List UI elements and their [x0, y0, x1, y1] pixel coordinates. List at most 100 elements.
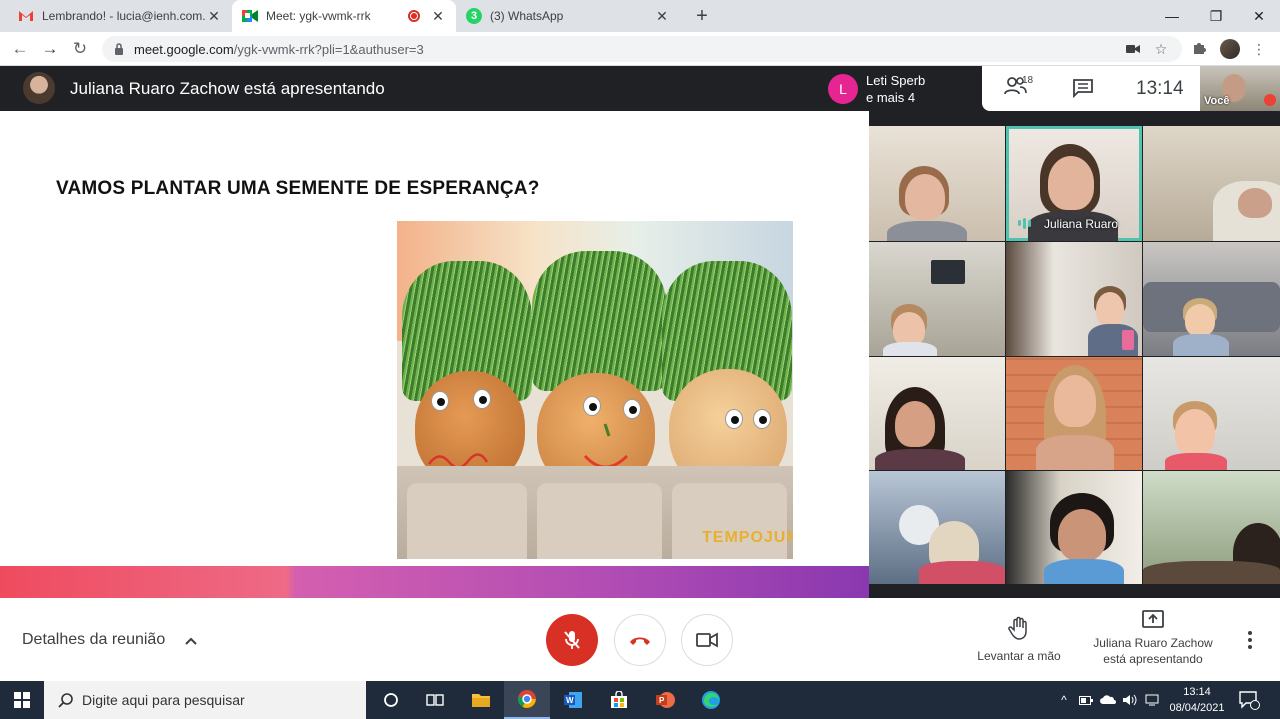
- forward-icon[interactable]: →: [38, 37, 62, 61]
- tab-gmail[interactable]: Lembrando! - lucia@ienh.com.br ✕: [8, 0, 232, 32]
- participant-tile[interactable]: [1143, 126, 1280, 241]
- chat-icon[interactable]: [1072, 78, 1094, 99]
- whatsapp-icon: 3: [466, 8, 482, 24]
- volume-icon[interactable]: [1120, 681, 1140, 719]
- browser-toolbar: ← → ↻ meet.google.com/ygk-vwmk-rrk?pli=1…: [0, 32, 1280, 66]
- word-icon[interactable]: W: [550, 681, 596, 719]
- windows-taskbar: Digite aqui para pesquisar W P ^ 13:14 0…: [0, 681, 1280, 719]
- taskbar-time: 13:14: [1183, 686, 1211, 698]
- leave-call-button[interactable]: [614, 614, 666, 666]
- close-tab-icon[interactable]: ✕: [654, 8, 670, 25]
- present-screen-icon: [1142, 610, 1164, 628]
- hang-up-icon: [630, 637, 650, 645]
- active-speakers-chip[interactable]: L Leti Sperb e mais 4: [820, 66, 980, 111]
- windows-start-icon[interactable]: [0, 681, 44, 719]
- camera-in-use-icon[interactable]: [1124, 40, 1142, 58]
- participant-tile[interactable]: [869, 357, 1005, 470]
- muted-mic-icon: [1264, 94, 1276, 106]
- participant-tile[interactable]: [1006, 471, 1142, 584]
- store-icon[interactable]: [596, 681, 642, 719]
- participant-tile[interactable]: [1006, 357, 1142, 470]
- participant-tile[interactable]: [869, 471, 1005, 584]
- notification-center-icon[interactable]: [1238, 689, 1260, 711]
- tab-title: (3) WhatsApp: [490, 9, 564, 23]
- speaker-more: e mais 4: [866, 90, 916, 105]
- taskbar-clock[interactable]: 13:14 08/04/2021: [1166, 684, 1228, 716]
- participant-tile[interactable]: [1143, 242, 1280, 356]
- close-tab-icon[interactable]: ✕: [206, 8, 222, 25]
- participant-tile[interactable]: [1006, 242, 1142, 356]
- recording-icon: [408, 10, 420, 22]
- tab-title: Lembrando! - lucia@ienh.com.br: [42, 9, 206, 23]
- mic-off-icon: [564, 631, 580, 649]
- participant-tile-speaking[interactable]: Juliana Ruaro: [1006, 126, 1142, 241]
- cortana-icon[interactable]: [368, 681, 414, 719]
- participant-tile[interactable]: [869, 242, 1005, 356]
- presenting-status-button[interactable]: Juliana Ruaro Zachow está apresentando: [1088, 610, 1218, 667]
- file-explorer-icon[interactable]: [458, 681, 504, 719]
- hand-icon: [1008, 616, 1027, 640]
- url-path: /ygk-vwmk-rrk?pli=1&authuser=3: [233, 41, 424, 57]
- self-view-tile[interactable]: Você: [1200, 66, 1280, 111]
- tab-title: Meet: ygk-vwmk-rrk: [266, 9, 371, 23]
- onedrive-icon[interactable]: [1098, 681, 1118, 719]
- minimize-icon[interactable]: —: [1150, 0, 1194, 32]
- slide-heading: VAMOS PLANTAR UMA SEMENTE DE ESPERANÇA?: [56, 178, 540, 199]
- voice-activity-icon: [1018, 217, 1034, 229]
- search-icon: [58, 693, 73, 708]
- extensions-icon[interactable]: [1190, 40, 1208, 58]
- profile-avatar[interactable]: [1220, 39, 1240, 59]
- network-icon[interactable]: [1142, 681, 1162, 719]
- raise-hand-label: Levantar a mão: [977, 649, 1061, 663]
- chrome-taskbar-icon[interactable]: [504, 681, 550, 719]
- close-window-icon[interactable]: ✕: [1237, 0, 1280, 32]
- camera-button[interactable]: [681, 614, 733, 666]
- self-label: Você: [1204, 95, 1230, 107]
- participant-tile[interactable]: [1143, 471, 1280, 584]
- tab-whatsapp[interactable]: 3 (3) WhatsApp ✕: [456, 0, 680, 32]
- browser-tab-strip: Lembrando! - lucia@ienh.com.br ✕ Meet: y…: [0, 0, 1280, 32]
- participant-count: 18: [1022, 75, 1034, 86]
- taskbar-date: 08/04/2021: [1169, 702, 1225, 714]
- presenting-title: Juliana Ruaro Zachow está apresentando: [70, 79, 385, 98]
- taskbar-search-placeholder: Digite aqui para pesquisar: [82, 692, 245, 708]
- speaker-name: Leti Sperb: [866, 73, 926, 88]
- presentation-slide: VAMOS PLANTAR UMA SEMENTE DE ESPERANÇA? …: [0, 111, 869, 598]
- participant-grid: Juliana Ruaro: [869, 111, 1280, 598]
- edge-icon[interactable]: [688, 681, 734, 719]
- close-tab-icon[interactable]: ✕: [430, 8, 446, 25]
- svg-text:W: W: [566, 696, 574, 705]
- new-tab-button[interactable]: +: [690, 4, 714, 28]
- svg-text:P: P: [659, 696, 665, 705]
- mic-muted-button[interactable]: [546, 614, 598, 666]
- show-hidden-icons-icon[interactable]: ^: [1054, 681, 1074, 719]
- browser-menu-icon[interactable]: ⋮: [1250, 40, 1268, 58]
- participant-tile[interactable]: [1143, 357, 1280, 470]
- powerpoint-icon[interactable]: P: [642, 681, 688, 719]
- raise-hand-button[interactable]: Levantar a mão: [960, 616, 1078, 663]
- tab-meet[interactable]: Meet: ygk-vwmk-rrk ✕: [232, 0, 456, 32]
- lock-icon: [114, 43, 126, 55]
- maximize-icon[interactable]: ❐: [1194, 0, 1238, 32]
- taskbar-search-box[interactable]: Digite aqui para pesquisar: [44, 681, 366, 719]
- speaking-participant-name: Juliana Ruaro: [1044, 217, 1119, 231]
- meeting-clock: 13:14: [1136, 78, 1184, 99]
- battery-icon[interactable]: [1076, 681, 1096, 719]
- meet-icon: [242, 8, 258, 24]
- participant-tile[interactable]: [869, 126, 1005, 241]
- photo-watermark: TEMPOJUNTO: [702, 529, 793, 546]
- more-options-icon[interactable]: [1240, 628, 1260, 652]
- egg-heads-photo: TEMPOJUNTO: [397, 221, 793, 559]
- meeting-details-button[interactable]: Detalhes da reunião: [22, 631, 165, 649]
- gmail-icon: [18, 8, 34, 24]
- video-camera-icon: [696, 632, 718, 648]
- meet-header: Juliana Ruaro Zachow está apresentando L…: [0, 66, 1280, 111]
- bookmark-star-icon[interactable]: ☆: [1152, 40, 1170, 58]
- slide-footer-bar: [0, 566, 869, 598]
- url-host: meet.google.com: [134, 41, 234, 57]
- reload-icon[interactable]: ↻: [68, 37, 92, 61]
- task-view-icon[interactable]: [412, 681, 458, 719]
- chevron-up-icon[interactable]: [184, 634, 198, 648]
- back-icon[interactable]: ←: [8, 37, 32, 61]
- address-bar[interactable]: meet.google.com/ygk-vwmk-rrk?pli=1&authu…: [102, 36, 1182, 62]
